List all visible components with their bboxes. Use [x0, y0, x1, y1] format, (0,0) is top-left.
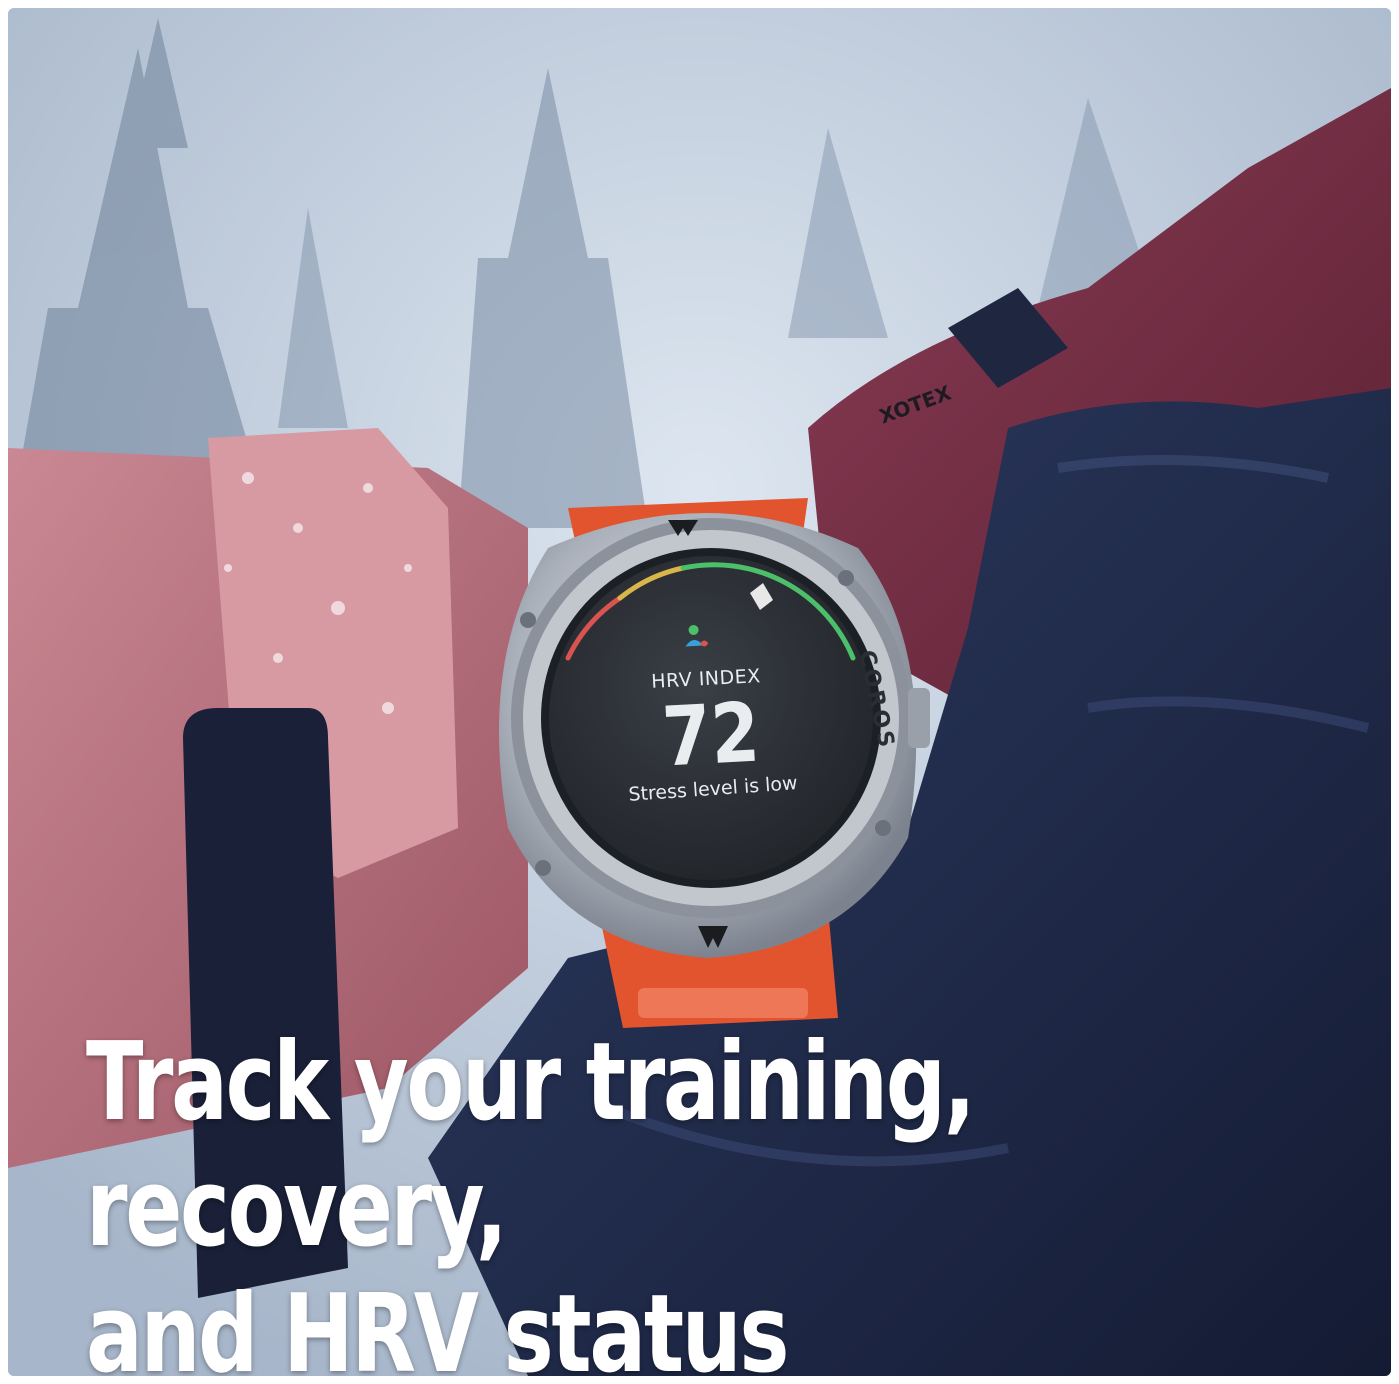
headline-line-1: Track your training, recovery,: [86, 1020, 976, 1271]
product-photo: HRV INDEX 72 Stress level is low COROS X…: [8, 8, 1391, 1376]
hrv-index-value: 72: [660, 685, 762, 786]
headline-line-2: and HRV status: [86, 1272, 790, 1376]
marketing-headline: Track your training, recovery, and HRV s…: [86, 1020, 1373, 1376]
